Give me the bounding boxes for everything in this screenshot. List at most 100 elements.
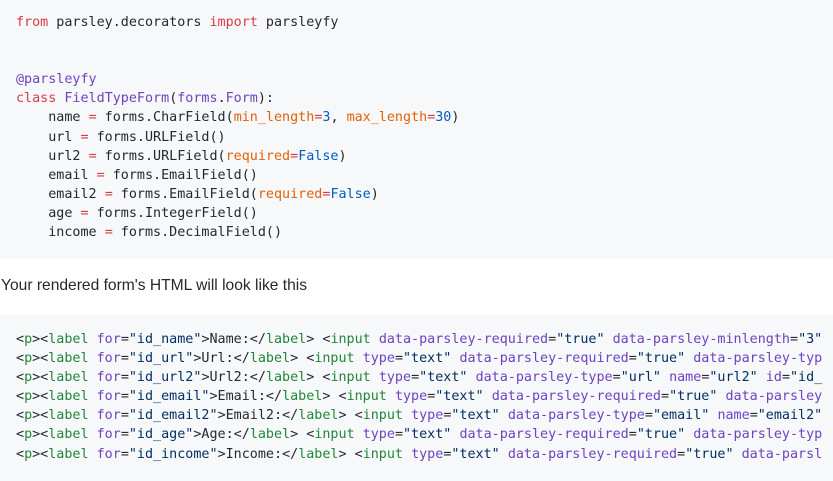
code-token: < xyxy=(16,389,25,405)
code-token: label xyxy=(48,370,89,386)
code-line: <p><label for="id_age">Age:</label> <inp… xyxy=(16,425,822,444)
code-token: >Url2:</ xyxy=(201,370,266,386)
code-token: forms xyxy=(177,91,218,107)
code-token: type xyxy=(378,370,412,386)
code-token: "true" xyxy=(685,446,734,462)
code-token: "true" xyxy=(636,427,686,443)
code-token: "id_income" xyxy=(128,446,218,462)
code-token: = xyxy=(120,408,129,424)
code-token: forms.DecimalField() xyxy=(112,225,283,241)
code-token: >Name:</ xyxy=(201,332,266,347)
code-token: parsley.decorators xyxy=(48,15,210,30)
code-token: = xyxy=(612,370,621,386)
code-token: data-parsley-required xyxy=(459,427,629,443)
code-line: <p><label for="id_email2">Email2:</label… xyxy=(16,406,822,425)
code-line: class FieldTypeForm(forms.Form): xyxy=(16,89,459,108)
code-token: >Income:</ xyxy=(217,446,299,462)
code-token: label xyxy=(282,389,323,405)
code-token: age xyxy=(16,205,81,221)
code-token: = xyxy=(120,389,129,405)
code-token: = xyxy=(394,351,403,367)
code-token: = xyxy=(628,351,637,367)
code-token: for xyxy=(96,332,121,347)
code-line: email = forms.EmailField() xyxy=(16,166,459,185)
code-token: False xyxy=(298,148,339,164)
code-token: data-parsley-required xyxy=(378,332,549,347)
code-token: forms.URLField( xyxy=(96,148,226,164)
code-token: "true" xyxy=(669,389,718,405)
html-code: <p><label for="id_name">Name:</label> <i… xyxy=(16,330,822,464)
code-token: "id_name" xyxy=(128,332,202,347)
code-token: >< xyxy=(32,389,49,405)
code-token: type xyxy=(394,389,428,405)
code-token: >Url:</ xyxy=(193,351,250,367)
code-token: = xyxy=(394,427,403,443)
code-token: = xyxy=(749,408,758,424)
code-token: type xyxy=(411,446,444,462)
code-token: ) xyxy=(370,186,379,202)
code-token: p xyxy=(24,370,33,386)
code-token: , xyxy=(330,110,347,126)
code-token: max_length xyxy=(346,110,428,126)
code-token: False xyxy=(330,186,371,202)
code-token: p xyxy=(24,389,33,405)
code-token: = xyxy=(790,332,799,347)
code-token: < xyxy=(16,427,25,443)
code-token: = xyxy=(411,370,420,386)
code-token: import xyxy=(209,15,258,30)
code-token: >< xyxy=(32,351,49,367)
code-token: "email2" xyxy=(757,408,823,424)
code-token: for xyxy=(96,427,121,443)
code-token: = xyxy=(96,167,105,183)
rendered-html-caption: Your rendered form's HTML will look like… xyxy=(1,277,308,294)
code-token: class xyxy=(16,91,57,107)
code-token: label xyxy=(48,332,89,347)
python-code: from parsley.decorators import parsleyfy… xyxy=(16,13,459,242)
code-token: input xyxy=(362,446,403,462)
code-token: name xyxy=(16,110,89,126)
code-token: input xyxy=(362,408,403,424)
code-token: >Age:</ xyxy=(193,427,250,443)
code-token: input xyxy=(314,427,355,443)
code-token: = xyxy=(120,446,129,462)
code-line: income = forms.DecimalField() xyxy=(16,223,459,242)
code-token: data-parsley-required xyxy=(459,351,629,367)
code-token: ) xyxy=(451,110,460,126)
code-token: email xyxy=(16,167,97,183)
code-line: <p><label for="id_url2">Url2:</label> <i… xyxy=(16,368,822,387)
code-token: for xyxy=(96,389,121,405)
code-token: = xyxy=(120,332,129,347)
code-token: data-parsl xyxy=(741,446,823,462)
code-token: type xyxy=(411,408,444,424)
code-token: input xyxy=(346,389,387,405)
code-token: = xyxy=(120,351,129,367)
code-line: <p><label for="id_income">Income:</label… xyxy=(16,445,822,464)
code-token: "3" xyxy=(798,332,823,347)
code-line: age = forms.IntegerField() xyxy=(16,204,459,223)
code-token: name xyxy=(669,370,702,386)
code-token: = xyxy=(80,129,89,145)
code-token: "text" xyxy=(451,408,500,424)
code-token: data-parsley-required xyxy=(507,446,678,462)
code-token: "id_age" xyxy=(128,427,194,443)
code-token: >< xyxy=(32,427,49,443)
code-token: > < xyxy=(306,370,331,386)
code-token: p xyxy=(24,351,33,367)
code-token: < xyxy=(16,370,25,386)
code-token: url2 xyxy=(16,148,89,164)
code-token: "true" xyxy=(636,351,686,367)
code-token: > < xyxy=(338,446,363,462)
code-token: for xyxy=(96,370,121,386)
code-token: "text" xyxy=(419,370,468,386)
html-code-block[interactable]: <p><label for="id_name">Name:</label> <i… xyxy=(0,314,833,481)
code-token: = xyxy=(628,427,637,443)
code-token: forms.IntegerField() xyxy=(88,205,258,221)
